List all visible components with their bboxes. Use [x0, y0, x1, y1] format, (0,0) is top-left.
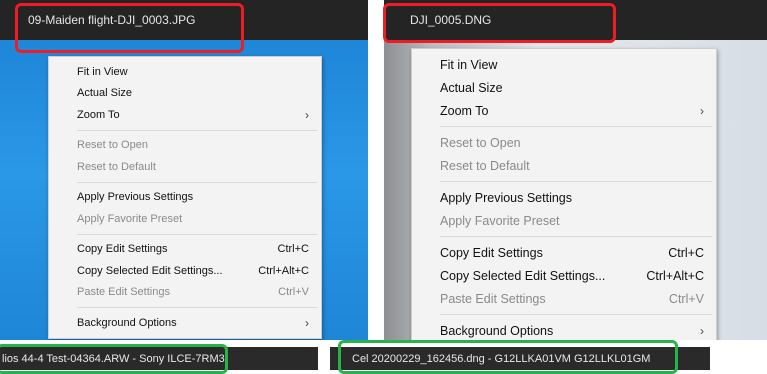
right-context-menu: Fit in View Actual Size Zoom To › Reset to O… [411, 48, 717, 340]
menu-item-label: Fit in View [440, 57, 498, 72]
left-menu-item-apply-previous-settings[interactable]: Apply Previous Settings [49, 187, 321, 209]
menu-item-label: Reset to Open [77, 139, 148, 152]
left-menu-item-reset-to-open: Reset to Open [49, 135, 321, 157]
left-menu-item-copy-selected-edit-settings[interactable]: Copy Selected Edit Settings... Ctrl+Alt+C [49, 260, 321, 282]
menu-item-label: Reset to Default [77, 160, 156, 173]
left-menu-item-reset-to-default: Reset to Default [49, 156, 321, 178]
right-menu-item-background-options[interactable]: Background Options › [412, 319, 716, 340]
right-menu-separator [440, 236, 712, 237]
chevron-right-icon: › [700, 323, 704, 338]
left-menu-separator [77, 233, 317, 235]
left-context-menu: Fit in View Actual Size Zoom To › Reset to O… [48, 56, 322, 339]
menu-item-shortcut: Ctrl+C [668, 245, 704, 260]
menu-item-label: Paste Edit Settings [440, 291, 546, 306]
left-menu-separator [77, 307, 317, 308]
chevron-right-icon: › [305, 315, 309, 330]
menu-item-label: Apply Previous Settings [440, 190, 573, 205]
menu-item-label: Copy Edit Settings [77, 243, 168, 256]
right-filename-highlight [383, 3, 616, 43]
right-menu-separator [440, 181, 712, 182]
menu-item-label: Apply Favorite Preset [77, 212, 183, 225]
menu-item-label: Reset to Default [440, 158, 530, 173]
menu-item-shortcut: Ctrl+Alt+C [258, 264, 309, 277]
left-menu-item-actual-size[interactable]: Actual Size [49, 83, 321, 105]
menu-item-shortcut: Ctrl+V [278, 286, 309, 299]
left-menu-item-zoom-to[interactable]: Zoom To › [49, 104, 321, 126]
right-status-highlight [338, 340, 678, 374]
left-menu-separator [77, 129, 317, 131]
chevron-right-icon: › [700, 103, 704, 118]
right-menu-separator [440, 126, 712, 127]
menu-item-label: Background Options [77, 316, 177, 329]
left-menu-item-background-options[interactable]: Background Options › [49, 312, 321, 334]
menu-item-label: Actual Size [77, 87, 133, 100]
right-menu-item-actual-size[interactable]: Actual Size [412, 76, 716, 99]
right-menu-item-apply-previous-settings[interactable]: Apply Previous Settings [412, 186, 716, 209]
right-menu-item-copy-selected-edit-settings[interactable]: Copy Selected Edit Settings... Ctrl+Alt+C [412, 264, 716, 287]
right-menu-item-reset-to-default: Reset to Default [412, 154, 716, 177]
right-menu-item-copy-edit-settings[interactable]: Copy Edit Settings Ctrl+C [412, 241, 716, 264]
left-menu-separator [77, 181, 317, 183]
left-menu-item-fit-in-view[interactable]: Fit in View [49, 61, 321, 83]
right-menu-item-paste-edit-settings: Paste Edit Settings Ctrl+V [412, 287, 716, 310]
right-menu-item-fit-in-view[interactable]: Fit in View [412, 53, 716, 76]
menu-item-label: Fit in View [77, 65, 128, 78]
left-filename-highlight [15, 3, 244, 53]
menu-item-label: Reset to Open [440, 135, 521, 150]
menu-item-shortcut: Ctrl+Alt+C [646, 268, 704, 283]
chevron-right-icon: › [305, 107, 309, 122]
menu-item-label: Copy Selected Edit Settings... [77, 264, 223, 277]
menu-item-shortcut: Ctrl+V [668, 291, 704, 306]
menu-item-label: Background Options [440, 323, 554, 338]
right-menu-item-reset-to-open: Reset to Open [412, 131, 716, 154]
menu-item-label: Zoom To [440, 103, 489, 118]
left-menu-item-paste-edit-settings: Paste Edit Settings Ctrl+V [49, 282, 321, 304]
menu-item-label: Copy Selected Edit Settings... [440, 268, 606, 283]
right-viewer-panel: DJI_0005.DNG Fit in View Actual Size Zoom … [384, 0, 767, 340]
menu-item-label: Paste Edit Settings [77, 286, 170, 299]
left-menu-item-apply-favorite-preset: Apply Favorite Preset [49, 208, 321, 230]
left-menu-item-copy-edit-settings[interactable]: Copy Edit Settings Ctrl+C [49, 239, 321, 261]
menu-item-shortcut: Ctrl+C [277, 243, 309, 256]
menu-item-label: Apply Previous Settings [77, 191, 194, 204]
menu-item-label: Zoom To [77, 108, 120, 121]
menu-item-label: Apply Favorite Preset [440, 213, 560, 228]
right-menu-separator [440, 314, 712, 315]
menu-item-label: Actual Size [440, 80, 503, 95]
right-menu-item-zoom-to[interactable]: Zoom To › [412, 99, 716, 122]
right-menu-item-apply-favorite-preset: Apply Favorite Preset [412, 209, 716, 232]
menu-item-label: Copy Edit Settings [440, 245, 543, 260]
